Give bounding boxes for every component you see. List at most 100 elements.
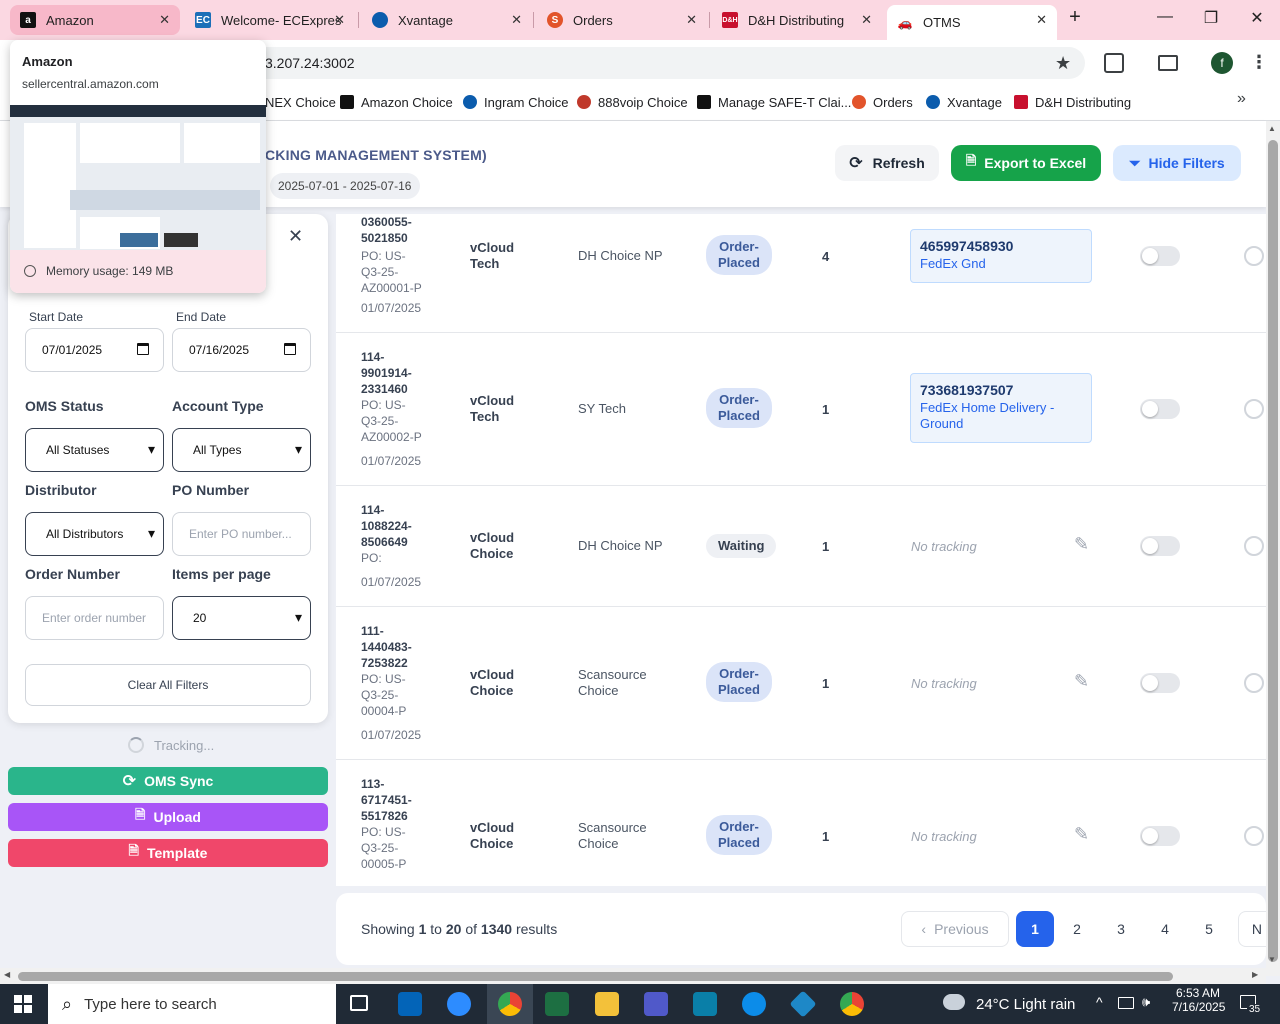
- bookmark-ingram-choice[interactable]: Ingram Choice: [463, 92, 569, 112]
- bookmark-dh-distributing[interactable]: D&H Distributing: [1014, 92, 1131, 112]
- export-excel-button[interactable]: 🗎 Export to Excel: [951, 145, 1101, 181]
- bookmark-star-icon[interactable]: ★: [1055, 53, 1071, 74]
- close-tab-icon[interactable]: ✕: [511, 12, 522, 28]
- hide-filters-button[interactable]: ⏷ Hide Filters: [1113, 145, 1241, 181]
- horizontal-scroll-thumb[interactable]: [18, 972, 1173, 981]
- close-tab-icon[interactable]: ✕: [686, 12, 697, 28]
- tracking-card[interactable]: 733681937507 FedEx Home Delivery - Ground: [910, 373, 1092, 443]
- tab-dh[interactable]: D&H D&H Distributing ✕: [712, 5, 882, 35]
- table-row[interactable]: 114- 1088224- 8506649 PO: 01/07/2025 vClou…: [336, 486, 1266, 607]
- toggle-switch[interactable]: [1244, 673, 1264, 693]
- calendar-icon[interactable]: [284, 343, 296, 355]
- tracking-card[interactable]: 465997458930 FedEx Gnd: [910, 229, 1092, 283]
- edit-pencil-icon[interactable]: ✎: [1074, 671, 1089, 692]
- windows-start-icon[interactable]: [14, 995, 32, 1013]
- toggle-switch[interactable]: [1244, 826, 1264, 846]
- toggle-switch[interactable]: [1140, 673, 1180, 693]
- bookmark-orders[interactable]: Orders: [852, 92, 913, 112]
- close-tab-icon[interactable]: ✕: [334, 12, 345, 28]
- chrome-icon[interactable]: [498, 992, 522, 1016]
- zoom-icon[interactable]: [447, 992, 471, 1016]
- page-button-5[interactable]: 5: [1192, 911, 1226, 947]
- items-per-page-select[interactable]: 20: [172, 596, 311, 640]
- edit-pencil-icon[interactable]: ✎: [1074, 534, 1089, 555]
- upload-button[interactable]: 🗎 Upload: [8, 803, 328, 831]
- start-date-input[interactable]: 07/01/2025: [25, 328, 164, 372]
- edge-icon[interactable]: [742, 992, 766, 1016]
- refresh-button[interactable]: ⟳ Refresh: [835, 145, 939, 181]
- account-type-select[interactable]: All Types: [172, 428, 311, 472]
- close-tab-icon[interactable]: ✕: [159, 12, 170, 28]
- tab-xvantage[interactable]: Xvantage ✕: [362, 5, 532, 35]
- toggle-switch[interactable]: [1140, 826, 1180, 846]
- tab-amazon[interactable]: a Amazon ✕: [10, 5, 180, 35]
- previous-page-button[interactable]: ‹ Previous: [901, 911, 1009, 947]
- bookmark-888voip-choice[interactable]: 888voip Choice: [577, 92, 688, 112]
- chevron-up-icon[interactable]: ^: [1096, 994, 1103, 1010]
- toggle-switch[interactable]: [1244, 246, 1264, 266]
- order-number-input[interactable]: Enter order number: [25, 596, 164, 640]
- distributor-select[interactable]: All Distributors: [25, 512, 164, 556]
- tab-otms[interactable]: 🚗 OTMS ✕: [887, 5, 1057, 40]
- kebab-menu-icon[interactable]: ⋮: [1250, 52, 1268, 73]
- calendar-icon[interactable]: [137, 343, 149, 355]
- scroll-up-arrow-icon[interactable]: ▲: [1268, 124, 1276, 133]
- address-bar[interactable]: 3.207.24:3002: [160, 47, 1085, 79]
- oms-sync-button[interactable]: ⟳ OMS Sync: [8, 767, 328, 795]
- oms-status-select[interactable]: All Statuses: [25, 428, 164, 472]
- po-number-input[interactable]: Enter PO number...: [172, 512, 311, 556]
- toggle-switch[interactable]: [1244, 536, 1264, 556]
- scroll-left-arrow-icon[interactable]: ◀: [4, 970, 10, 979]
- bookmark-amazon-choice[interactable]: Amazon Choice: [340, 92, 453, 112]
- more-bookmarks-icon[interactable]: »: [1237, 90, 1246, 108]
- template-button[interactable]: 🗎 Template: [8, 839, 328, 867]
- close-window-icon[interactable]: ✕: [1242, 8, 1272, 28]
- profile-avatar[interactable]: f: [1211, 52, 1233, 74]
- minimize-icon[interactable]: —: [1150, 8, 1180, 26]
- page-button-4[interactable]: 4: [1148, 911, 1182, 947]
- table-row[interactable]: 114- 9901914- 2331460 PO: US- Q3-25- AZ00002…: [336, 333, 1266, 486]
- tab-ecexpress[interactable]: EC Welcome- ECExpres ✕: [185, 5, 355, 35]
- scroll-right-arrow-icon[interactable]: ▶: [1252, 970, 1258, 979]
- network-icon[interactable]: [1118, 997, 1134, 1009]
- close-filters-icon[interactable]: ✕: [288, 226, 303, 247]
- table-row[interactable]: 111- 1440483- 7253822 PO: US- Q3-25- 00004-P…: [336, 607, 1266, 760]
- vertical-scroll-thumb[interactable]: [1268, 140, 1278, 962]
- page-button-3[interactable]: 3: [1104, 911, 1138, 947]
- weather-text[interactable]: 24°C Light rain: [976, 996, 1075, 1013]
- restore-icon[interactable]: ❐: [1196, 8, 1226, 28]
- excel-icon[interactable]: [545, 992, 569, 1016]
- volume-icon[interactable]: 🕪: [1142, 994, 1150, 1010]
- end-date-input[interactable]: 07/16/2025: [172, 328, 311, 372]
- outlook-icon[interactable]: [398, 992, 422, 1016]
- weather-cloud-icon[interactable]: [943, 994, 965, 1010]
- app-icon[interactable]: [693, 992, 717, 1016]
- table-row[interactable]: 0360055- 5021850 PO: US- Q3-25- AZ00001-P 0…: [336, 214, 1266, 333]
- scroll-down-arrow-icon[interactable]: ▼: [1268, 955, 1276, 964]
- close-tab-icon[interactable]: ✕: [1036, 12, 1047, 28]
- task-view-icon[interactable]: [350, 995, 368, 1011]
- page-button-1[interactable]: 1: [1016, 911, 1054, 947]
- clear-filters-button[interactable]: Clear All Filters: [25, 664, 311, 706]
- bookmark-manage-safe-t[interactable]: Manage SAFE-T Clai...: [697, 92, 851, 112]
- next-page-button[interactable]: N: [1238, 911, 1266, 947]
- new-tab-icon[interactable]: +: [1060, 6, 1090, 29]
- tab-search-icon[interactable]: [1158, 55, 1178, 71]
- toggle-switch[interactable]: [1140, 246, 1180, 266]
- close-tab-icon[interactable]: ✕: [861, 12, 872, 28]
- system-clock[interactable]: 6:53 AM 7/16/2025: [1172, 986, 1225, 1014]
- table-row[interactable]: 113- 6717451- 5517826 PO: US- Q3-25- 00005-P…: [336, 760, 1266, 886]
- toggle-switch[interactable]: [1140, 536, 1180, 556]
- page-button-2[interactable]: 2: [1060, 911, 1094, 947]
- bookmark-xvantage[interactable]: Xvantage: [926, 92, 1002, 112]
- toggle-switch[interactable]: [1140, 399, 1180, 419]
- taskbar-search-box[interactable]: ⌕ Type here to search: [48, 984, 336, 1024]
- chrome-icon[interactable]: [840, 992, 864, 1016]
- toggle-switch[interactable]: [1244, 399, 1264, 419]
- file-explorer-icon[interactable]: [595, 992, 619, 1016]
- teams-icon[interactable]: [644, 992, 668, 1016]
- bookmark-nex-choice[interactable]: NEX Choice: [265, 92, 336, 112]
- edit-pencil-icon[interactable]: ✎: [1074, 824, 1089, 845]
- extensions-icon[interactable]: [1104, 53, 1124, 73]
- tab-orders[interactable]: S Orders ✕: [537, 5, 707, 35]
